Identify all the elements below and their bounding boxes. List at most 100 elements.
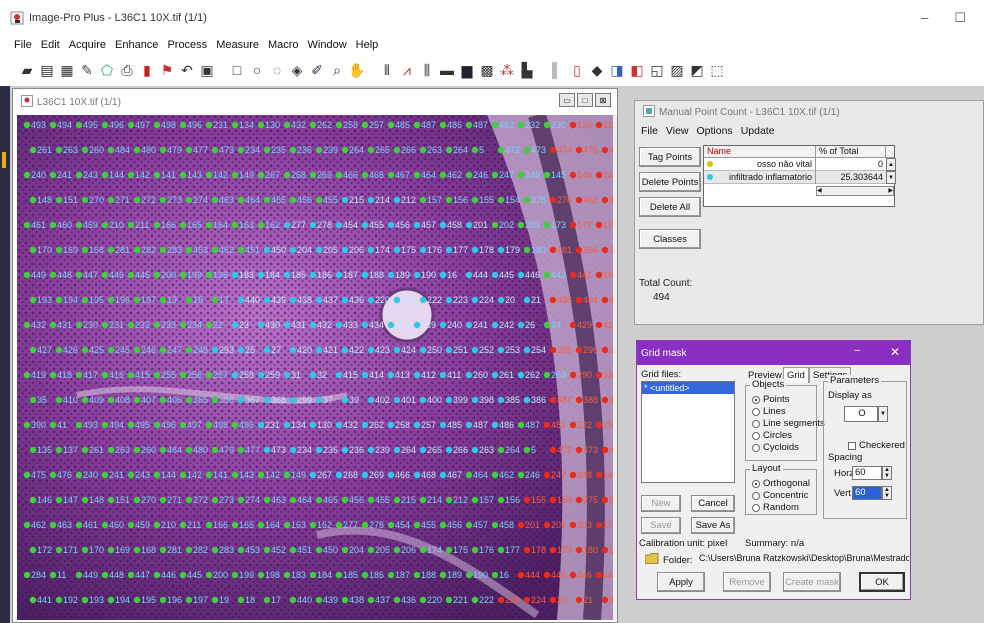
grid-point[interactable] — [211, 396, 219, 404]
notebook-icon[interactable]: ▮ — [138, 61, 156, 79]
grid-point[interactable] — [29, 296, 37, 304]
grid-point[interactable] — [185, 296, 193, 304]
grid-point[interactable] — [179, 471, 187, 479]
grid-point[interactable] — [361, 121, 369, 129]
grid-point[interactable] — [55, 146, 63, 154]
grid-point[interactable] — [231, 521, 239, 529]
grid-point[interactable] — [283, 471, 291, 479]
grid-point[interactable] — [101, 221, 109, 229]
grid-point[interactable] — [413, 221, 421, 229]
grid-point[interactable] — [257, 471, 265, 479]
grid-point[interactable] — [315, 346, 323, 354]
grid-point[interactable] — [543, 321, 551, 329]
grid-point[interactable] — [283, 571, 291, 579]
grid-point[interactable] — [549, 596, 557, 604]
grid-point[interactable] — [179, 271, 187, 279]
grid-point[interactable] — [419, 396, 427, 404]
grid-point[interactable] — [387, 421, 395, 429]
save-button[interactable]: Save — [641, 517, 681, 534]
grid-point[interactable] — [335, 571, 343, 579]
grid-point[interactable] — [367, 146, 375, 154]
grid-point[interactable] — [81, 446, 89, 454]
camera-icon[interactable]: ◆ — [588, 61, 606, 79]
image-minimize-button[interactable]: ▭ — [559, 93, 575, 107]
grid-point[interactable] — [491, 271, 499, 279]
grid-point[interactable] — [497, 596, 505, 604]
grid-point[interactable] — [465, 121, 473, 129]
grid-point[interactable] — [497, 246, 505, 254]
grid-point[interactable] — [361, 221, 369, 229]
dropdown-arrow-icon[interactable]: ▼ — [878, 406, 888, 422]
grid-point[interactable] — [81, 346, 89, 354]
grid-point[interactable] — [127, 271, 135, 279]
grid-point[interactable] — [491, 321, 499, 329]
grid-point[interactable] — [517, 121, 525, 129]
grid-point[interactable] — [517, 421, 525, 429]
grid-point[interactable] — [23, 371, 31, 379]
bar-chart-icon[interactable]: ▙ — [518, 61, 536, 79]
radio-points[interactable]: Points — [752, 394, 789, 405]
grid-point[interactable] — [569, 221, 577, 229]
grid-point[interactable] — [595, 371, 603, 379]
grid-point[interactable] — [445, 396, 453, 404]
grid-point[interactable] — [237, 446, 245, 454]
grid-point[interactable] — [309, 171, 317, 179]
grid-point[interactable] — [471, 346, 479, 354]
grid-point[interactable] — [185, 446, 193, 454]
grid-point[interactable] — [107, 396, 115, 404]
grid-point[interactable] — [367, 496, 375, 504]
grid-point[interactable] — [153, 271, 161, 279]
grid-point[interactable] — [107, 496, 115, 504]
grid-point[interactable] — [367, 396, 375, 404]
grid-point[interactable] — [23, 421, 31, 429]
new-aoi-icon[interactable]: ▣ — [198, 61, 216, 79]
zoom-icon[interactable]: ⌕ — [328, 61, 346, 79]
grid-point[interactable] — [159, 296, 167, 304]
grid-point[interactable] — [523, 246, 531, 254]
grid-point[interactable] — [387, 271, 395, 279]
pen-icon[interactable]: ✐ — [308, 61, 326, 79]
grid-point[interactable] — [471, 446, 479, 454]
radio-orthogonal[interactable]: Orthogonal — [752, 478, 810, 489]
grid-point[interactable] — [439, 321, 447, 329]
grid-point[interactable] — [127, 521, 135, 529]
grid-point[interactable] — [549, 396, 557, 404]
grid-point[interactable] — [289, 446, 297, 454]
grid-point[interactable] — [107, 196, 115, 204]
grid-point[interactable] — [465, 321, 473, 329]
grid-point[interactable] — [367, 446, 375, 454]
grid-point[interactable] — [237, 296, 245, 304]
grid-point[interactable] — [361, 471, 369, 479]
grid-point[interactable] — [445, 596, 453, 604]
grid-point[interactable] — [549, 346, 557, 354]
grid-mask-icon[interactable]: ▩ — [478, 61, 496, 79]
grid-point[interactable] — [601, 396, 609, 404]
grid-point[interactable] — [569, 321, 577, 329]
grid-point[interactable] — [445, 346, 453, 354]
grid-point[interactable] — [465, 371, 473, 379]
grid-point[interactable] — [107, 546, 115, 554]
grid-point[interactable] — [211, 246, 219, 254]
grid-point[interactable] — [497, 396, 505, 404]
grid-point[interactable] — [575, 196, 583, 204]
grid-point[interactable] — [361, 371, 369, 379]
grid-point[interactable] — [523, 596, 531, 604]
threshold-icon[interactable]: ▆ — [458, 61, 476, 79]
grid-point[interactable] — [257, 121, 265, 129]
grid-point[interactable] — [569, 571, 577, 579]
tag-icon[interactable]: ✎ — [78, 61, 96, 79]
macro-icon[interactable]: ◩ — [688, 61, 706, 79]
grid-point[interactable] — [315, 146, 323, 154]
grid-point[interactable] — [471, 496, 479, 504]
grid-point[interactable] — [133, 246, 141, 254]
grid-point[interactable] — [315, 246, 323, 254]
grid-point[interactable] — [341, 596, 349, 604]
grid-point[interactable] — [127, 171, 135, 179]
grid-point[interactable] — [549, 446, 557, 454]
grid-point[interactable] — [523, 396, 531, 404]
grid-point[interactable] — [49, 471, 57, 479]
grid-point[interactable] — [231, 471, 239, 479]
grid-point[interactable] — [75, 321, 83, 329]
grid-point[interactable] — [283, 171, 291, 179]
grid-point[interactable] — [289, 396, 297, 404]
